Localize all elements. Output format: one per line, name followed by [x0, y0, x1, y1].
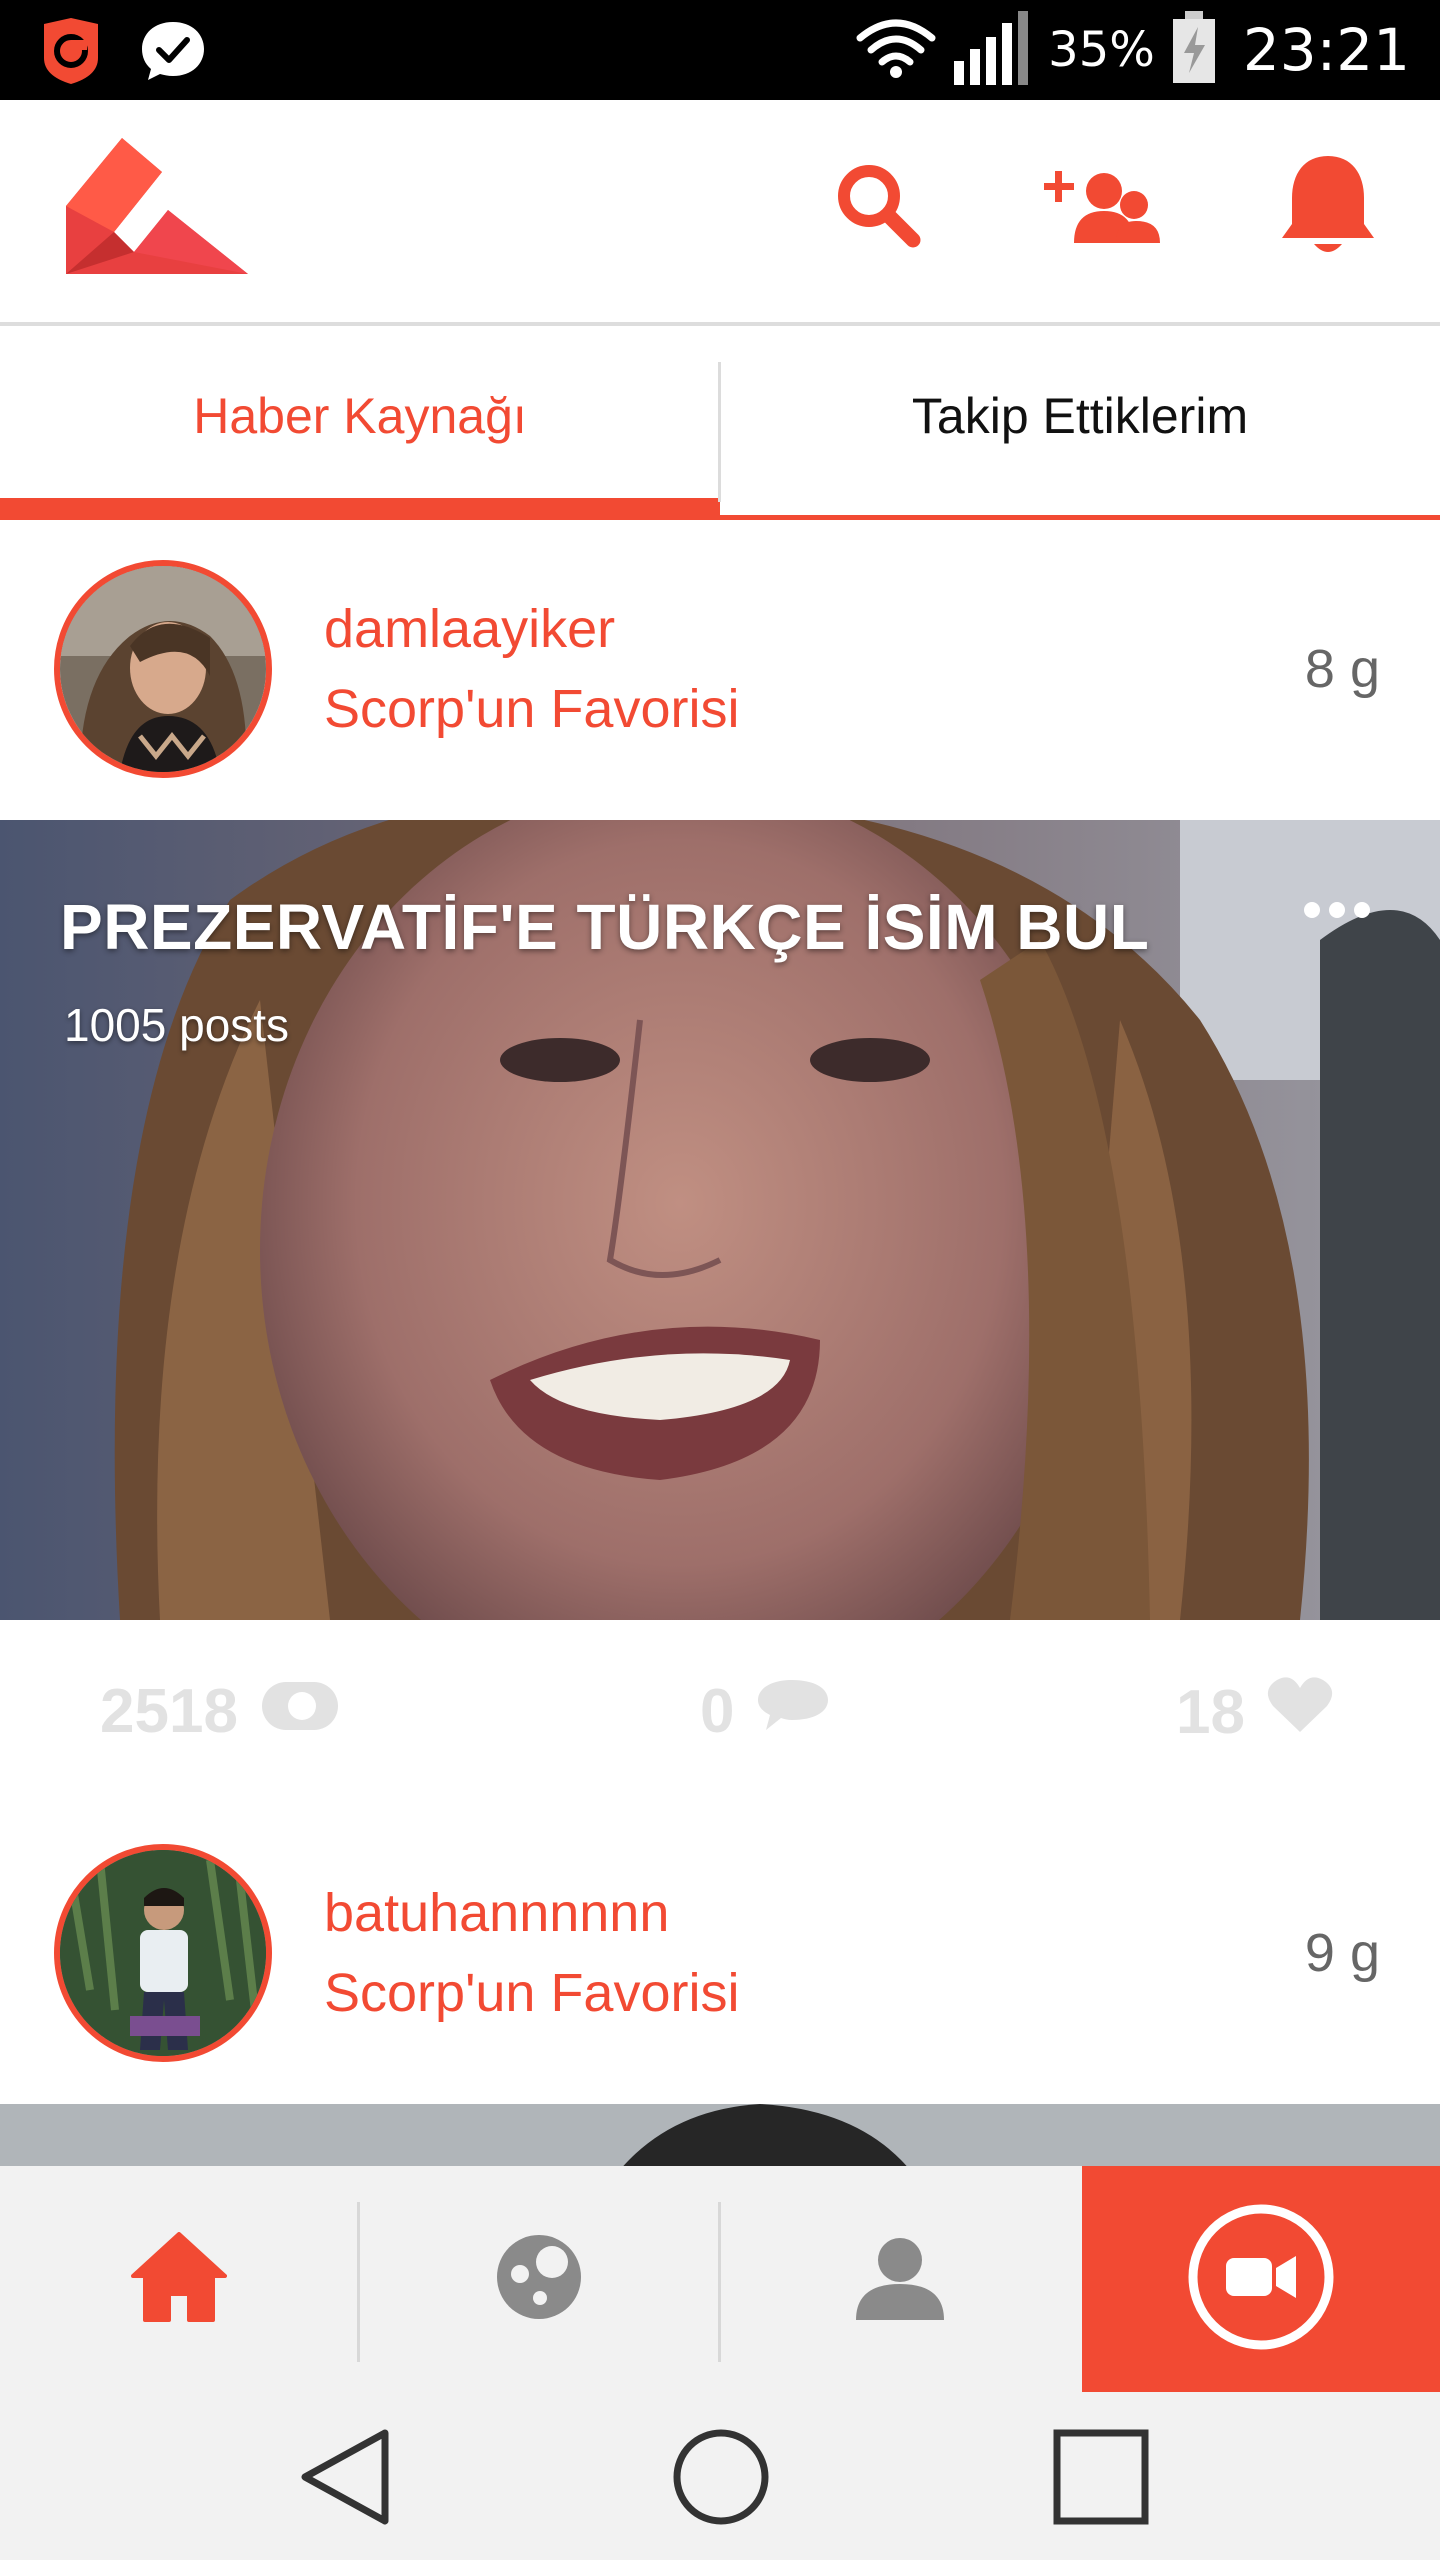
tab-divider — [718, 362, 721, 502]
tab-label: Haber Kaynağı — [193, 388, 527, 444]
signal-icon — [952, 10, 1032, 90]
post-time: 9 g — [1304, 1923, 1380, 1983]
views-count: 2518 — [100, 1677, 238, 1746]
notifications-button[interactable] — [1268, 152, 1388, 262]
likes-stat[interactable]: 18 — [1176, 1676, 1333, 1749]
recents-button[interactable] — [1046, 2424, 1156, 2534]
search-button[interactable] — [818, 152, 938, 262]
feed-list[interactable]: damlaayiker Scorp'un Favorisi 8 g PREZER… — [0, 520, 1440, 2166]
add-friend-icon — [1044, 165, 1164, 250]
scorp-logo[interactable] — [58, 132, 256, 279]
shield-app-icon — [40, 18, 102, 89]
nav-home[interactable] — [0, 2166, 358, 2392]
status-bar: 35% 23:21 — [0, 0, 1440, 100]
post-subtitle: Scorp'un Favorisi — [324, 679, 740, 739]
more-options-button[interactable] — [1292, 880, 1382, 940]
bell-icon — [1280, 152, 1376, 263]
home-system-button[interactable] — [666, 2424, 776, 2534]
post-subtitle: Scorp'un Favorisi — [324, 1963, 740, 2023]
post-header[interactable]: damlaayiker Scorp'un Favorisi 8 g — [0, 520, 1440, 820]
system-navigation — [0, 2392, 1440, 2560]
avatar[interactable] — [54, 560, 272, 778]
post-media[interactable] — [0, 2104, 1440, 2166]
home-circle-icon — [671, 2427, 771, 2532]
nav-profile[interactable] — [721, 2166, 1079, 2392]
home-icon — [131, 2231, 227, 2327]
tab-label: Takip Ettiklerim — [911, 388, 1249, 444]
battery-charging-icon — [1171, 10, 1217, 90]
likes-count: 18 — [1176, 1678, 1245, 1747]
nav-explore[interactable] — [360, 2166, 718, 2392]
avatar[interactable] — [54, 1844, 272, 2062]
post-media[interactable]: PREZERVATİF'E TÜRKÇE İSİM BUL 1005 posts — [0, 820, 1440, 1620]
app-bar — [0, 100, 1440, 326]
heart-icon — [1267, 1676, 1333, 1749]
bottom-navigation — [0, 2166, 1440, 2392]
post-username[interactable]: batuhannnnnn — [324, 1882, 669, 1944]
post-image — [0, 2104, 1440, 2166]
more-dot — [1329, 902, 1345, 918]
recents-icon — [1051, 2427, 1151, 2532]
feed-tabs: Haber Kaynağı Takip Ettiklerim — [0, 326, 1440, 520]
eye-icon — [260, 1676, 340, 1747]
post-header[interactable]: batuhannnnnn Scorp'un Favorisi 9 g — [0, 1804, 1440, 2104]
comments-stat[interactable]: 0 — [700, 1676, 830, 1747]
add-friend-button[interactable] — [1044, 152, 1164, 262]
post-stats: 2518 0 18 — [0, 1620, 1440, 1804]
search-icon — [833, 160, 923, 255]
tab-takip-ettiklerim[interactable]: Takip Ettiklerim — [720, 326, 1440, 520]
post-count: 1005 posts — [64, 999, 290, 1051]
profile-icon — [852, 2234, 948, 2325]
post-time: 8 g — [1304, 639, 1380, 699]
clock: 23:21 — [1242, 16, 1410, 84]
more-dot — [1354, 902, 1370, 918]
back-button[interactable] — [290, 2424, 400, 2534]
post-username[interactable]: damlaayiker — [324, 598, 615, 660]
more-dot — [1304, 902, 1320, 918]
nav-record-video[interactable] — [1082, 2166, 1440, 2392]
comments-count: 0 — [700, 1677, 735, 1746]
views-stat[interactable]: 2518 — [100, 1676, 340, 1747]
chat-check-app-icon — [140, 20, 206, 87]
back-icon — [297, 2427, 393, 2532]
comment-icon — [756, 1676, 830, 1747]
record-video-icon — [1186, 2202, 1336, 2357]
tab-active-indicator — [0, 498, 720, 520]
explore-icon — [494, 2232, 584, 2327]
wifi-icon — [856, 16, 936, 85]
tab-haber-kaynagi[interactable]: Haber Kaynağı — [0, 326, 720, 520]
battery-percent: 35% — [1048, 22, 1155, 78]
post-title[interactable]: PREZERVATİF'E TÜRKÇE İSİM BUL — [60, 890, 1149, 964]
